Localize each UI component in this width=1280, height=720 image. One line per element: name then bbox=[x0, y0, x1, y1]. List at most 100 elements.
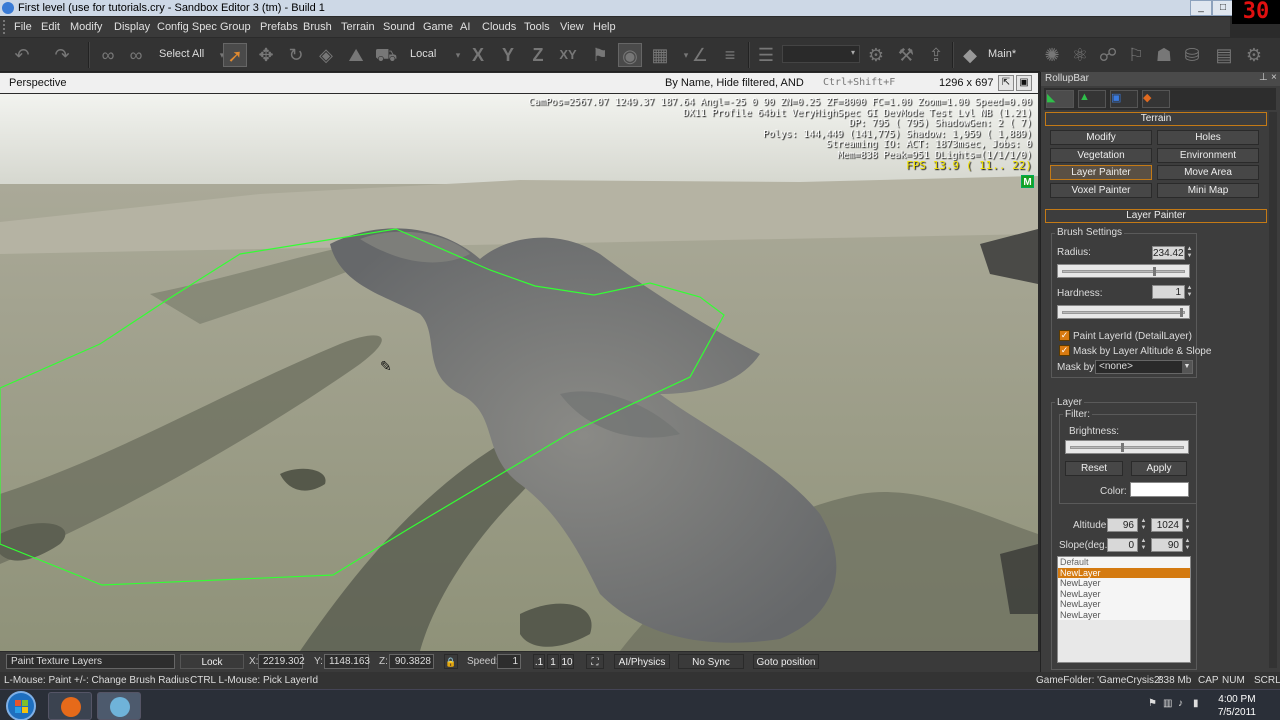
axis-z-button[interactable]: Z bbox=[526, 43, 550, 67]
terrain-holes-button[interactable]: Holes bbox=[1157, 130, 1259, 145]
brightness-slider[interactable] bbox=[1065, 440, 1189, 454]
z-coordinate-field[interactable]: 90.3828 bbox=[389, 654, 434, 669]
altitude-max-field[interactable]: 1024 bbox=[1151, 518, 1183, 532]
menu-edit[interactable]: Edit bbox=[41, 21, 60, 33]
x-coordinate-field[interactable]: 2219.302 bbox=[258, 654, 305, 669]
material-icon[interactable]: ⚒ bbox=[894, 43, 918, 67]
lock-selection-button[interactable]: Lock Selection bbox=[180, 654, 244, 683]
hardness-slider-thumb[interactable] bbox=[1180, 308, 1184, 317]
speed-point1-button[interactable]: .1 bbox=[533, 654, 545, 669]
tab-objects-icon[interactable]: ◣ bbox=[1046, 90, 1074, 108]
coord-system-select[interactable]: Local bbox=[410, 48, 436, 60]
radius-slider[interactable] bbox=[1057, 264, 1190, 278]
menu-config-spec[interactable]: Config Spec bbox=[157, 21, 217, 33]
camera-icon[interactable]: ◉ bbox=[618, 43, 642, 67]
layers-icon[interactable]: ◆ bbox=[958, 43, 982, 67]
menu-tools[interactable]: Tools bbox=[524, 21, 550, 33]
menu-display[interactable]: Display bbox=[114, 21, 150, 33]
slope-max-field[interactable]: 90 bbox=[1151, 538, 1183, 552]
terrain-environment-button[interactable]: Environment bbox=[1157, 148, 1259, 163]
settings-icon[interactable]: ⚙ bbox=[1242, 43, 1266, 67]
cursor-mode-icon[interactable]: ⇱ bbox=[998, 75, 1014, 91]
hardness-slider[interactable] bbox=[1057, 305, 1190, 319]
undo-icon[interactable]: ↶ bbox=[10, 43, 34, 67]
ai-physics-button[interactable]: AI/Physics bbox=[614, 654, 670, 669]
mask-by-select[interactable]: <none> ▼ bbox=[1095, 360, 1193, 374]
radius-slider-thumb[interactable] bbox=[1152, 267, 1156, 276]
grip-handle[interactable] bbox=[3, 20, 6, 34]
tab-display-icon[interactable]: ▣ bbox=[1110, 90, 1138, 108]
terrain-vegetation-button[interactable]: Vegetation bbox=[1050, 148, 1152, 163]
layer-list-icon[interactable]: ☰ bbox=[754, 43, 778, 67]
select-all-button[interactable]: Select All bbox=[159, 48, 204, 60]
physics-icon[interactable]: ⚙ bbox=[864, 43, 888, 67]
close-panel-icon[interactable]: × bbox=[1271, 72, 1277, 83]
rollup-scrollbar[interactable] bbox=[1269, 112, 1277, 668]
list-item[interactable]: NewLayer bbox=[1058, 567, 1190, 578]
list-item[interactable]: NewLayer bbox=[1058, 578, 1190, 589]
hardness-spinner[interactable]: ▲ ▼ bbox=[1186, 285, 1193, 299]
layer-list[interactable]: Default NewLayer NewLayer NewLayer NewLa… bbox=[1057, 556, 1191, 663]
radius-field[interactable]: 234.42 bbox=[1152, 246, 1185, 260]
tab-layers-icon[interactable]: ◆ bbox=[1142, 90, 1170, 108]
paint-layer-id-checkbox[interactable]: ✓ bbox=[1059, 330, 1070, 341]
start-button[interactable] bbox=[6, 691, 36, 720]
mask-altitude-checkbox[interactable]: ✓ bbox=[1059, 345, 1070, 356]
altitude-min-spinner[interactable]: ▲ ▼ bbox=[1140, 518, 1147, 532]
terrain-voxel-painter-button[interactable]: Voxel Painter bbox=[1050, 183, 1152, 198]
lock-icon[interactable]: 🔒 bbox=[444, 654, 458, 669]
reset-button[interactable]: Reset bbox=[1065, 461, 1123, 476]
current-layer[interactable]: Main* bbox=[988, 48, 1016, 60]
hardness-field[interactable]: 1 bbox=[1152, 285, 1185, 299]
maximize-button[interactable]: □ bbox=[1212, 0, 1234, 16]
link-icon[interactable]: ∞ bbox=[96, 43, 120, 67]
axis-xy-button[interactable]: XY bbox=[556, 43, 580, 67]
brightness-slider-thumb[interactable] bbox=[1121, 443, 1124, 452]
snap-terrain-icon[interactable]: ⛰ bbox=[344, 43, 368, 67]
terrain-collision-icon[interactable]: ⛶ bbox=[586, 654, 604, 669]
radius-spinner[interactable]: ▲ ▼ bbox=[1186, 246, 1193, 260]
film-icon[interactable]: ▤ bbox=[1212, 43, 1236, 67]
terrain-header[interactable]: Terrain bbox=[1045, 112, 1267, 126]
search-filter-text[interactable]: By Name, Hide filtered, AND bbox=[665, 77, 804, 89]
terrain-move-area-button[interactable]: Move Area bbox=[1157, 165, 1259, 180]
database-icon[interactable]: ⛁ bbox=[1180, 43, 1204, 67]
speed-1-button[interactable]: 1 bbox=[547, 654, 559, 669]
move-icon[interactable]: ✥ bbox=[254, 43, 278, 67]
list-item[interactable]: NewLayer bbox=[1058, 599, 1190, 610]
maximize-viewport-icon[interactable]: ▣ bbox=[1016, 75, 1032, 91]
list-item[interactable]: NewLayer bbox=[1058, 588, 1190, 599]
slope-min-spinner[interactable]: ▲ ▼ bbox=[1140, 538, 1147, 552]
system-clock[interactable]: 4:00 PM 7/5/2011 bbox=[1218, 693, 1256, 719]
menu-clouds[interactable]: Clouds bbox=[482, 21, 516, 33]
viewport-mode[interactable]: Perspective bbox=[9, 77, 66, 89]
pin-icon[interactable]: ⊥ bbox=[1259, 72, 1268, 83]
menu-modify[interactable]: Modify bbox=[70, 21, 102, 33]
menu-group[interactable]: Group bbox=[220, 21, 251, 33]
snap-object-icon[interactable]: ⛟ bbox=[374, 43, 398, 67]
tray-network-icon[interactable]: ▥ bbox=[1163, 698, 1175, 710]
export-icon[interactable]: ⇪ bbox=[924, 43, 948, 67]
tray-volume-icon[interactable]: ♪ bbox=[1178, 698, 1190, 710]
y-coordinate-field[interactable]: 1148.163 bbox=[324, 654, 370, 669]
menu-view[interactable]: View bbox=[560, 21, 584, 33]
apply-button[interactable]: Apply bbox=[1131, 461, 1187, 476]
goto-position-button[interactable]: Goto position bbox=[753, 654, 819, 669]
flowgraph-icon[interactable]: ⚐ bbox=[1124, 43, 1148, 67]
menu-prefabs[interactable]: Prefabs bbox=[260, 21, 298, 33]
no-sync-player-button[interactable]: No Sync Player bbox=[678, 654, 744, 683]
color-swatch[interactable] bbox=[1130, 482, 1189, 497]
unlink-icon[interactable]: ∞ bbox=[124, 43, 148, 67]
menu-help[interactable]: Help bbox=[593, 21, 616, 33]
speed-field[interactable]: 1 bbox=[497, 654, 521, 669]
selection-set-combo[interactable]: ▾ bbox=[782, 45, 860, 63]
layer-painter-header[interactable]: Layer Painter bbox=[1045, 209, 1267, 223]
tab-terrain-icon[interactable]: ▲ bbox=[1078, 90, 1106, 108]
terrain-mini-map-button[interactable]: Mini Map bbox=[1157, 183, 1259, 198]
track-icon[interactable]: ☍ bbox=[1096, 43, 1120, 67]
axis-y-button[interactable]: Y bbox=[496, 43, 520, 67]
menu-sound[interactable]: Sound bbox=[383, 21, 415, 33]
ruler-icon[interactable]: ≡ bbox=[718, 43, 742, 67]
select-arrow-icon[interactable]: ➚ bbox=[223, 43, 247, 67]
brain-icon[interactable]: ✺ bbox=[1040, 43, 1064, 67]
